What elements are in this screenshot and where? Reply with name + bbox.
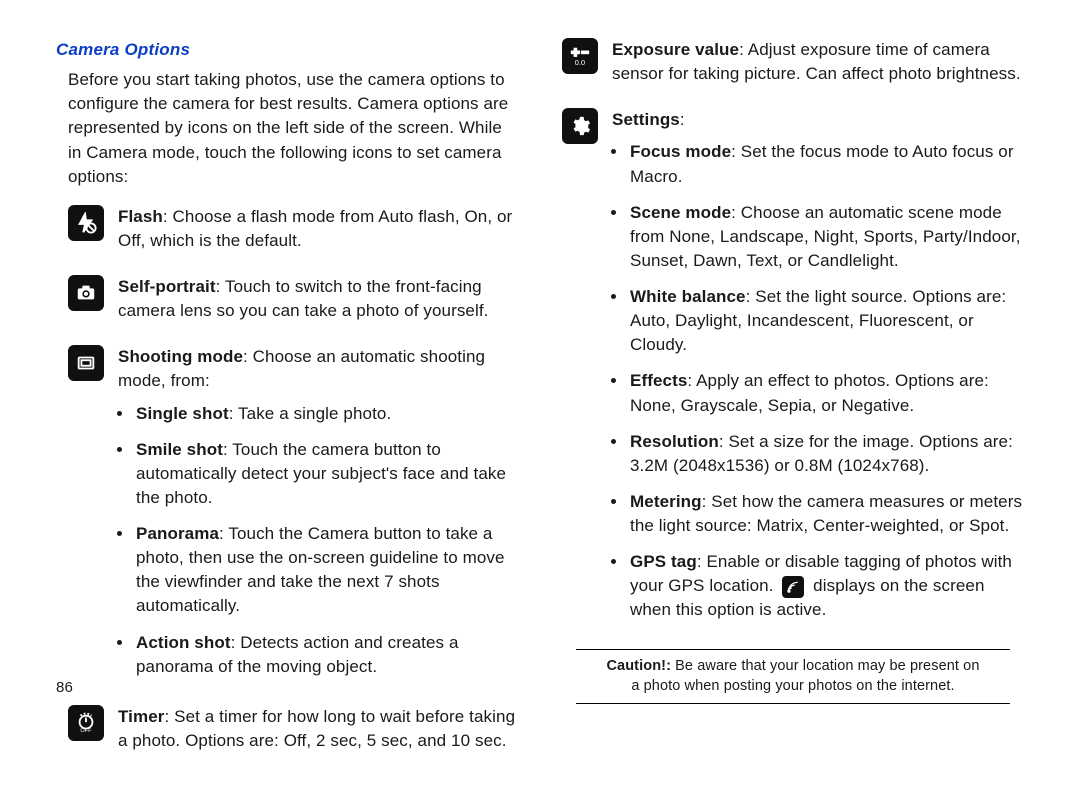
sub-label: Panorama — [136, 524, 219, 543]
sub-label: Action shot — [136, 633, 231, 652]
list-item: Action shot: Detects action and creates … — [134, 631, 518, 679]
sub-text: : Take a single photo. — [229, 404, 392, 423]
timer-icon: OFF — [68, 705, 104, 741]
intro-paragraph: Before you start taking photos, use the … — [56, 68, 518, 189]
sub-label: White balance — [630, 287, 746, 306]
shooting-mode-icon — [68, 345, 104, 381]
gps-signal-icon — [782, 576, 804, 598]
exposure-icon: 0.0 — [562, 38, 598, 74]
caution-text: Be aware that your location may be prese… — [631, 658, 979, 695]
list-item: White balance: Set the light source. Opt… — [628, 285, 1024, 357]
timer-text: : Set a timer for how long to wait befor… — [118, 707, 515, 750]
flash-text: : Choose a flash mode from Auto flash, O… — [118, 207, 512, 250]
list-item: Panorama: Touch the Camera button to tak… — [134, 522, 518, 619]
sub-label: Resolution — [630, 432, 719, 451]
sub-label: GPS tag — [630, 552, 697, 571]
right-column: 0.0 Exposure value: Adjust exposure time… — [562, 38, 1024, 775]
self-label: Self-portrait — [118, 277, 216, 296]
caution-note: Caution!: Be aware that your location ma… — [576, 649, 1010, 704]
option-shooting-mode: Shooting mode: Choose an automatic shoot… — [68, 345, 518, 691]
sub-label: Scene mode — [630, 203, 731, 222]
exposure-label: Exposure value — [612, 40, 739, 59]
flash-label: Flash — [118, 207, 163, 226]
option-exposure: 0.0 Exposure value: Adjust exposure time… — [562, 38, 1024, 94]
sub-label: Focus mode — [630, 142, 731, 161]
option-body: Timer: Set a timer for how long to wait … — [118, 705, 518, 761]
timer-label: Timer — [118, 707, 165, 726]
flash-icon — [68, 205, 104, 241]
list-item: Single shot: Take a single photo. — [134, 402, 518, 426]
option-body: Self-portrait: Touch to switch to the fr… — [118, 275, 518, 331]
manual-page: Camera Options Before you start taking p… — [0, 0, 1080, 795]
left-column: Camera Options Before you start taking p… — [56, 38, 518, 775]
self-portrait-icon — [68, 275, 104, 311]
list-item: Focus mode: Set the focus mode to Auto f… — [628, 140, 1024, 188]
option-timer: OFF Timer: Set a timer for how long to w… — [68, 705, 518, 761]
settings-icon — [562, 108, 598, 144]
option-body: Exposure value: Adjust exposure time of … — [612, 38, 1024, 94]
sub-label: Smile shot — [136, 440, 223, 459]
svg-text:OFF: OFF — [80, 728, 92, 734]
settings-sublist: Focus mode: Set the focus mode to Auto f… — [628, 140, 1024, 622]
option-flash: Flash: Choose a flash mode from Auto fla… — [68, 205, 518, 261]
option-settings: Settings: Focus mode: Set the focus mode… — [562, 108, 1024, 634]
list-item: Smile shot: Touch the camera button to a… — [134, 438, 518, 510]
caution-label: Caution!: — [606, 658, 671, 674]
list-item: Resolution: Set a size for the image. Op… — [628, 430, 1024, 478]
list-item: Metering: Set how the camera measures or… — [628, 490, 1024, 538]
shooting-label: Shooting mode — [118, 347, 243, 366]
svg-text:0.0: 0.0 — [575, 58, 585, 67]
settings-colon: : — [680, 110, 685, 129]
list-item: GPS tag: Enable or disable tagging of ph… — [628, 550, 1024, 622]
list-item: Scene mode: Choose an automatic scene mo… — [628, 201, 1024, 273]
option-body: Flash: Choose a flash mode from Auto fla… — [118, 205, 518, 261]
option-body: Settings: Focus mode: Set the focus mode… — [612, 108, 1024, 634]
settings-label: Settings — [612, 110, 680, 129]
sub-label: Effects — [630, 371, 687, 390]
sub-label: Metering — [630, 492, 702, 511]
page-number: 86 — [56, 677, 73, 698]
option-body: Shooting mode: Choose an automatic shoot… — [118, 345, 518, 691]
section-heading: Camera Options — [56, 38, 518, 62]
sub-label: Single shot — [136, 404, 229, 423]
option-self-portrait: Self-portrait: Touch to switch to the fr… — [68, 275, 518, 331]
list-item: Effects: Apply an effect to photos. Opti… — [628, 369, 1024, 417]
shooting-sublist: Single shot: Take a single photo. Smile … — [134, 402, 518, 679]
